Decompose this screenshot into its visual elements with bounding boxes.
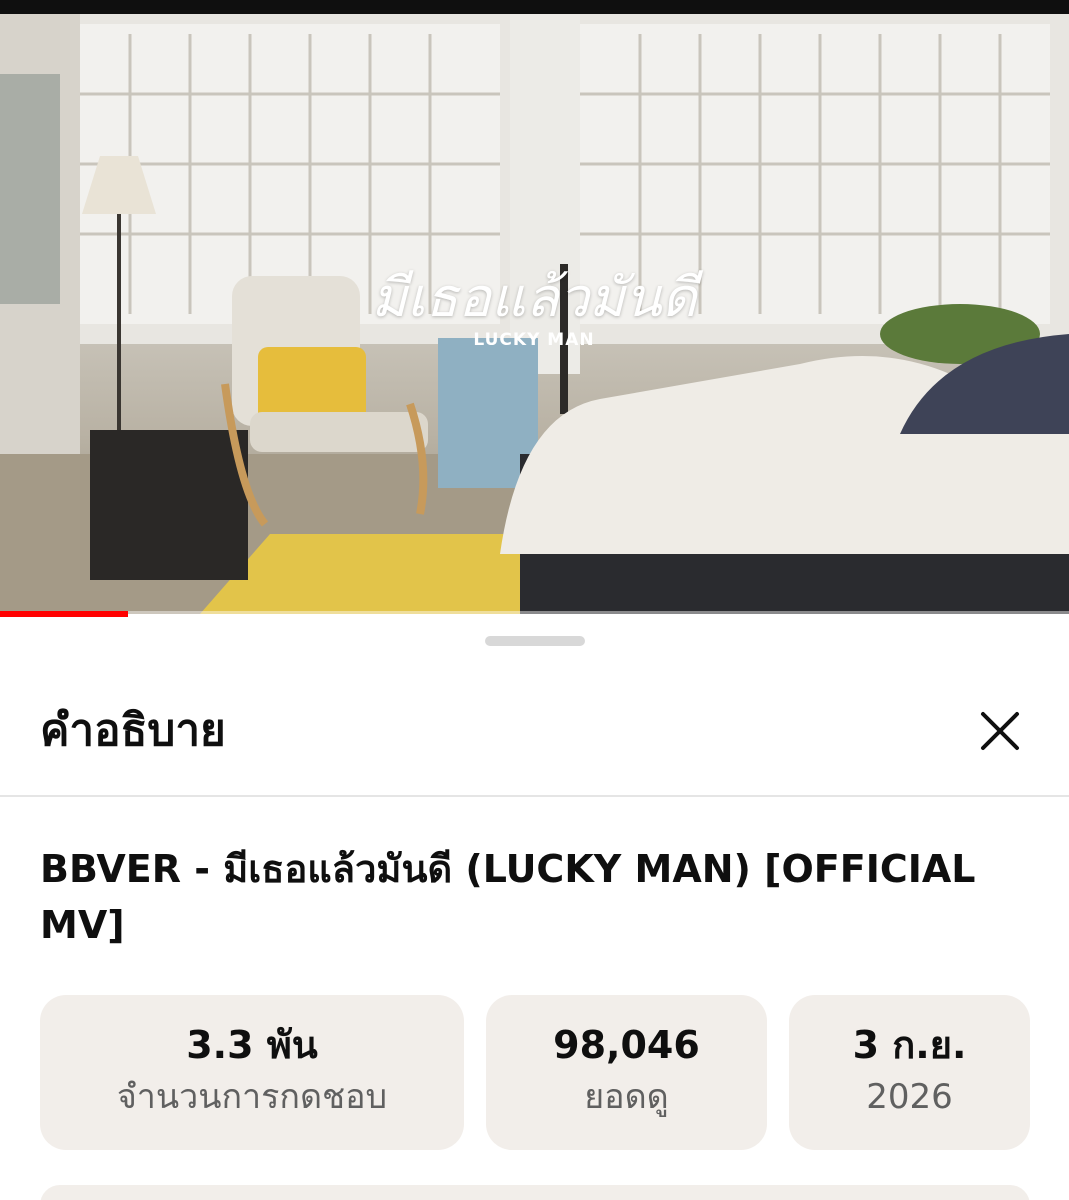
sheet-drag-handle[interactable] [485,636,585,646]
views-label: ยอดดู [584,1077,669,1117]
video-player[interactable]: มีเธอแล้วมันดี LUCKY MAN [0,14,1069,614]
close-icon [981,712,1019,750]
overlay-title-thai: มีเธอแล้วมันดี [371,266,697,329]
date-year: 2026 [866,1077,953,1117]
overlay-title-en: LUCKY MAN [473,330,595,350]
likes-label: จำนวนการกดชอบ [116,1077,388,1117]
likes-stat: 3.3 พัน จำนวนการกดชอบ [40,995,464,1150]
description-sheet: คำอธิบาย BBVER - มีเธอแล้วมันดี (LUCKY M… [0,617,1069,1200]
close-button[interactable] [970,701,1030,761]
header-divider [0,795,1069,797]
description-card[interactable] [40,1185,1030,1200]
likes-value: 3.3 พัน [186,1023,318,1067]
video-overlay-title: มีเธอแล้วมันดี LUCKY MAN [364,266,704,350]
sheet-title: คำอธิบาย [40,705,226,756]
date-value: 3 ก.ย. [852,1023,967,1067]
video-title: BBVER - มีเธอแล้วมันดี (LUCKY MAN) [OFFI… [40,847,976,947]
status-bar [0,0,1069,14]
views-stat: 98,046 ยอดดู [486,995,767,1150]
views-value: 98,046 [553,1023,700,1067]
date-stat: 3 ก.ย. 2026 [789,995,1030,1150]
